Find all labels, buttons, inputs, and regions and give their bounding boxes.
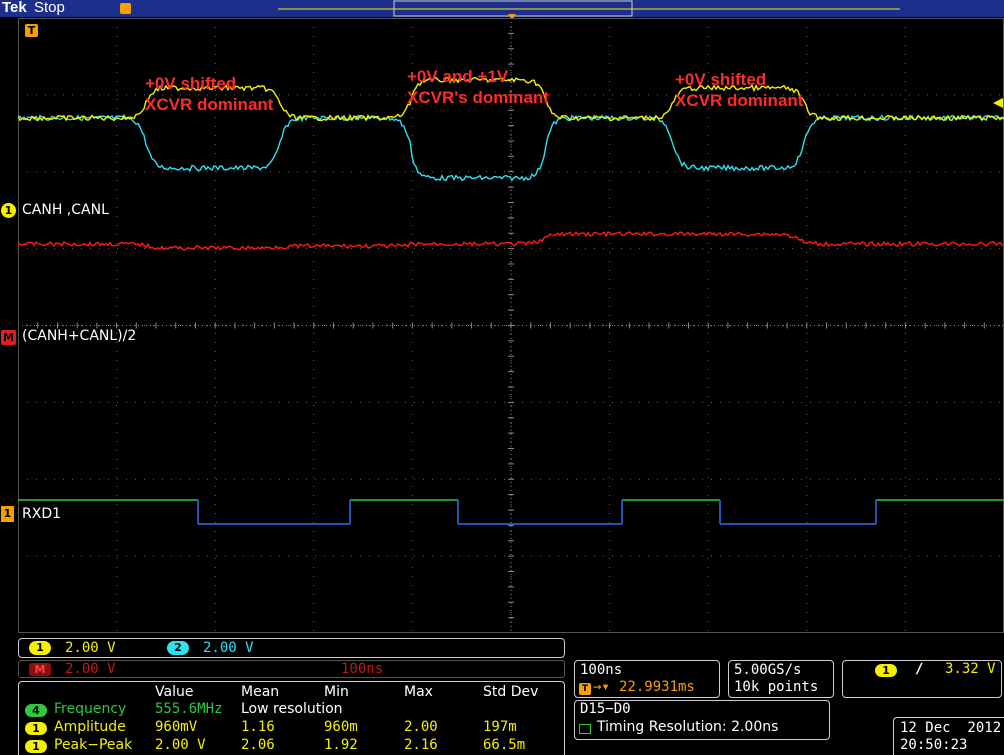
measurement-note: Low resolution <box>241 701 343 717</box>
trigger-position-icon: T <box>579 683 591 695</box>
ch2-badge: 2 <box>167 641 189 655</box>
measurement-min: 960m <box>324 719 358 735</box>
trigger-source-badge: 1 <box>875 664 897 677</box>
trigger-position-value: 22.9931ms <box>619 679 695 695</box>
measurement-value: 555.6MHz <box>155 701 223 717</box>
datetime-panel: 12 Dec 2012 20:50:23 <box>893 717 1004 755</box>
digital-title: D15−D0 <box>580 701 631 717</box>
time-label: 20:50:23 <box>900 737 968 753</box>
record-view-bar <box>120 0 900 18</box>
digital-icon <box>579 724 591 734</box>
trigger-level: 3.32 V <box>945 661 996 677</box>
measurement-value: 2.00 V <box>155 737 206 753</box>
col-std-dev: Std Dev <box>483 684 539 700</box>
col-min: Min <box>324 684 349 700</box>
time-scale: 100ns <box>580 662 623 678</box>
trigger-arrow-icon: →▾ <box>593 679 610 695</box>
measurement-name: Peak−Peak <box>54 737 133 753</box>
ch1-label: CANH ,CANL <box>22 202 109 218</box>
col-value: Value <box>155 684 194 700</box>
ch1-badge: 1 <box>25 740 47 753</box>
trigger-marker-icon: T <box>25 24 38 37</box>
ch4-badge: 4 <box>25 704 47 717</box>
trigger-position-icon <box>120 3 131 14</box>
measurement-max: 2.00 <box>404 719 438 735</box>
ch1-badge: 1 <box>25 722 47 735</box>
measurement-mean: 1.16 <box>241 719 275 735</box>
date-label: 12 Dec 2012 <box>900 720 1002 736</box>
ch1-ground-marker[interactable]: 1 <box>1 203 16 218</box>
record-length: 10k points <box>734 679 819 695</box>
timing-resolution: Timing Resolution: 2.00ns <box>597 719 779 735</box>
trigger-panel[interactable]: 1 ∕ 3.32 V <box>842 660 1002 698</box>
measurement-name: Frequency <box>54 701 127 717</box>
measurement-min: 1.92 <box>324 737 358 753</box>
measurement-row-frequency[interactable]: 4 Frequency 555.6MHz Low resolution <box>19 701 564 719</box>
math-label: (CANH+CANL)/2 <box>22 328 137 344</box>
math-ground-marker[interactable]: M <box>1 330 16 345</box>
acquisition-panel[interactable]: 5.00GS/s 10k points <box>728 660 834 698</box>
annotation-2: +0V and +1V XCVR's dominant <box>407 67 549 107</box>
digital-panel[interactable]: D15−D0 Timing Resolution: 2.00ns <box>574 700 830 740</box>
math-badge: M <box>29 663 51 676</box>
col-mean: Mean <box>241 684 280 700</box>
ch1-badge: 1 <box>29 641 51 655</box>
trigger-level-arrow-icon <box>993 98 1003 108</box>
col-max: Max <box>404 684 433 700</box>
measurement-std: 66.5m <box>483 737 526 753</box>
measurement-value: 960mV <box>155 719 198 735</box>
measurement-name: Amplitude <box>54 719 126 735</box>
math-readout-panel[interactable]: M 2.00 V 100ns <box>18 660 565 678</box>
timebase-panel[interactable]: 100ns T →▾ 22.9931ms <box>574 660 720 698</box>
annotation-3: +0V shifted XCVR dominant <box>675 70 804 110</box>
math-scale: 2.00 V <box>65 661 116 677</box>
measurement-mean: 2.06 <box>241 737 275 753</box>
measurement-max: 2.16 <box>404 737 438 753</box>
measurement-row-amplitude[interactable]: 1 Amplitude 960mV 1.16 960m 2.00 197m <box>19 719 564 737</box>
measurement-std: 197m <box>483 719 517 735</box>
ch2-scale: 2.00 V <box>203 640 254 656</box>
rising-edge-icon: ∕ <box>915 661 924 677</box>
digital-label: RXD1 <box>22 506 62 522</box>
measurement-row-peak-peak[interactable]: 1 Peak−Peak 2.00 V 2.06 1.92 2.16 66.5m <box>19 737 564 755</box>
sample-rate: 5.00GS/s <box>734 662 802 678</box>
ch1-scale: 2.00 V <box>65 640 116 656</box>
measurement-table[interactable]: Value Mean Min Max Std Dev 4 Frequency 5… <box>18 681 565 755</box>
digital-ground-marker[interactable]: 1 <box>1 506 14 522</box>
math-time: 100ns <box>341 661 384 677</box>
annotation-1: +0V shifted XCVR dominant <box>145 74 274 114</box>
channel-readout-panel[interactable]: 1 2.00 V 2 2.00 V <box>18 638 565 658</box>
